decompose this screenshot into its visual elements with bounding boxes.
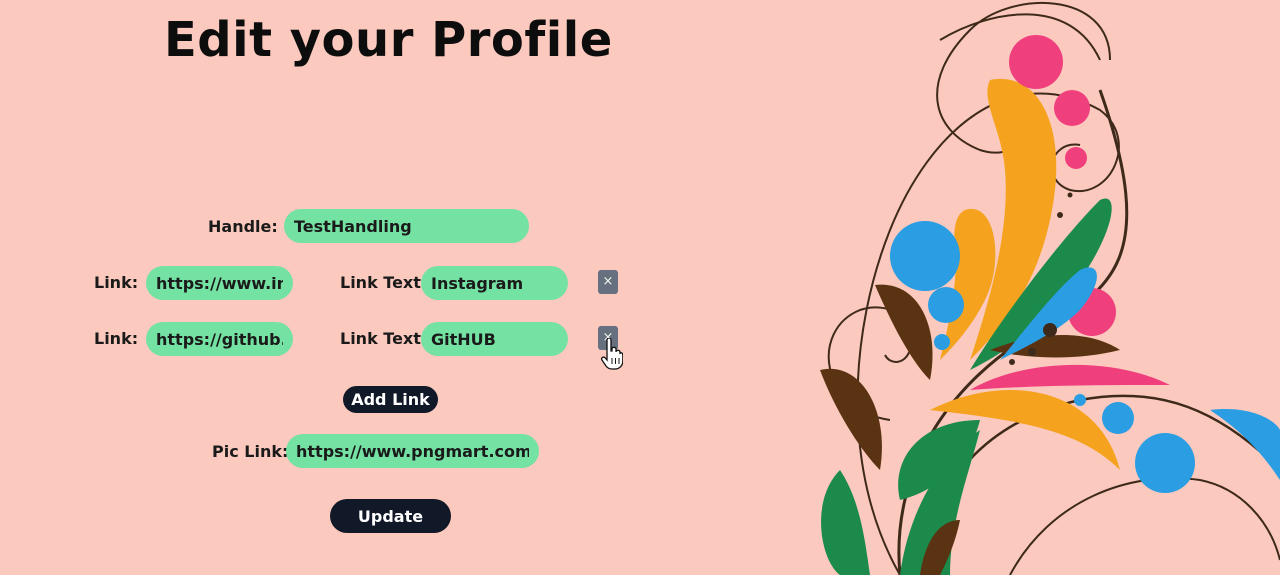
link-url-input-2[interactable]	[146, 322, 293, 356]
close-icon: ×	[602, 274, 614, 289]
link-url-input-1[interactable]	[146, 266, 293, 300]
handle-input[interactable]	[284, 209, 529, 243]
add-link-button[interactable]: Add Link	[343, 386, 438, 413]
pic-link-input[interactable]	[286, 434, 539, 468]
link-text-label-2: Link Text:	[340, 329, 428, 348]
handle-label: Handle:	[208, 217, 278, 236]
link-label-2: Link:	[94, 329, 139, 348]
remove-link-button-1[interactable]: ×	[598, 270, 618, 294]
pic-link-label: Pic Link:	[212, 442, 289, 461]
link-label-1: Link:	[94, 273, 139, 292]
page-title: Edit your Profile	[164, 12, 613, 68]
link-text-input-1[interactable]	[421, 266, 568, 300]
hand-pointer-icon	[601, 338, 623, 370]
update-button[interactable]: Update	[330, 499, 451, 533]
link-text-input-2[interactable]	[421, 322, 568, 356]
link-text-label-1: Link Text:	[340, 273, 428, 292]
floral-swirl-art	[820, 1, 1280, 575]
